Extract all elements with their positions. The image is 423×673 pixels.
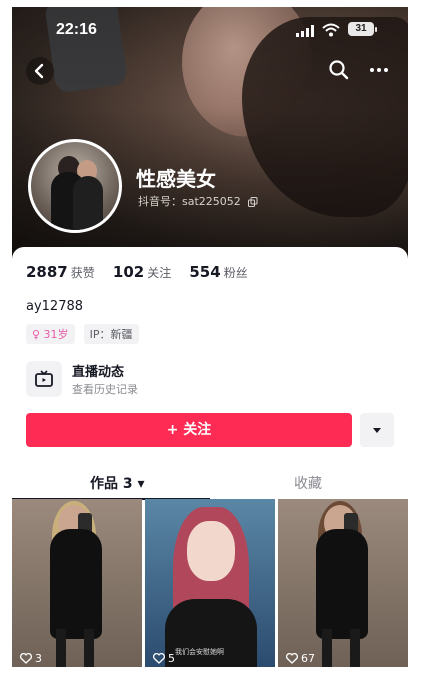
tv-icon [35, 370, 53, 387]
stat-likes[interactable]: 2887 获赞 [26, 263, 95, 281]
ip-tag: IP：新疆 [83, 324, 139, 344]
video-likes: 3 [20, 652, 42, 665]
tab-works[interactable]: 作品 3 ▾ [90, 473, 145, 493]
bio-text: ay12788 [26, 299, 84, 314]
thumb-figure-face [187, 521, 235, 581]
stats-row: 2887 获赞 102 关注 554 粉丝 [26, 263, 262, 281]
search-icon[interactable] [328, 59, 350, 81]
video-grid: 3 我们会安慰她啊 5 67 [12, 499, 408, 667]
thumb-figure-body [316, 529, 368, 639]
profile-screen: 22:16 31 性感美女 抖音号：sat225052 2887 获赞 102 … [12, 7, 408, 667]
triangle-down-icon [373, 428, 381, 433]
live-subtitle: 查看历史记录 [72, 383, 138, 396]
tab-favorites[interactable]: 收藏 [294, 473, 322, 493]
live-title: 直播动态 [72, 365, 125, 380]
stat-following[interactable]: 102 关注 [113, 263, 171, 281]
heart-icon [286, 652, 298, 664]
video-likes: 5 [153, 652, 175, 665]
battery-tip [375, 27, 377, 32]
heart-icon [20, 652, 32, 664]
stat-value: 2887 [26, 263, 68, 281]
more-options-button[interactable] [360, 413, 394, 447]
signal-icon [296, 25, 314, 37]
heart-icon [153, 652, 165, 664]
copy-icon[interactable] [248, 197, 258, 207]
avatar-figure [73, 176, 103, 230]
stat-label: 关注 [147, 266, 172, 280]
video-thumbnail[interactable]: 67 [278, 499, 408, 667]
stat-label: 获赞 [70, 266, 95, 280]
thumb-figure-leg [56, 629, 66, 667]
douyin-id[interactable]: 抖音号：sat225052 [138, 193, 258, 209]
back-arrow-icon [34, 63, 44, 79]
avatar[interactable] [28, 139, 122, 233]
live-history-entry[interactable]: 直播动态 查看历史记录 [26, 359, 406, 399]
content-tabs: 作品 3 ▾ 收藏 [12, 465, 408, 500]
douyin-id-text: 抖音号：sat225052 [138, 195, 241, 208]
video-thumbnail[interactable]: 我们会安慰她啊 5 [145, 499, 275, 667]
back-button[interactable] [26, 57, 54, 85]
follow-button[interactable]: + 关注 [26, 413, 352, 447]
thumb-figure-leg [84, 629, 94, 667]
stat-followers[interactable]: 554 粉丝 [189, 263, 247, 281]
thumb-figure-body [50, 529, 102, 639]
likes-count: 5 [168, 652, 175, 665]
wifi-icon [322, 23, 340, 37]
profile-name: 性感美女 [136, 167, 216, 191]
live-icon-box [26, 361, 62, 397]
stat-value: 554 [189, 263, 221, 281]
likes-count: 3 [35, 652, 42, 665]
profile-card: 2887 获赞 102 关注 554 粉丝 ay12788 ♀ 31岁 IP：新疆 直… [12, 247, 408, 667]
thumb-figure-leg [350, 629, 360, 667]
status-bar: 22:16 31 [12, 19, 408, 41]
video-caption: 我们会安慰她啊 [175, 648, 224, 656]
likes-count: 67 [301, 652, 315, 665]
age-tag: ♀ 31岁 [26, 324, 75, 344]
battery-icon: 31 [348, 22, 374, 36]
video-thumbnail[interactable]: 3 [12, 499, 142, 667]
thumb-figure-leg [322, 629, 332, 667]
stat-label: 粉丝 [223, 266, 248, 280]
more-dots-icon[interactable] [368, 59, 390, 81]
profile-tags: ♀ 31岁 IP：新疆 [26, 323, 143, 344]
stat-value: 102 [112, 263, 145, 281]
video-likes: 67 [286, 652, 315, 665]
status-time: 22:16 [56, 21, 97, 38]
